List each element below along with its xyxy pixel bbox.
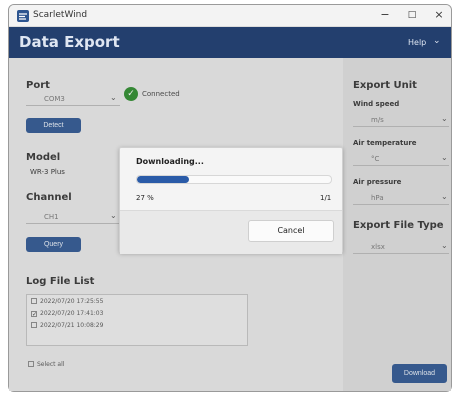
minimize-button[interactable]: −	[376, 8, 394, 21]
progress-percent: 27 %	[136, 194, 154, 202]
page-title: Data Export	[19, 33, 120, 51]
title-bar: ScarletWind − □ ×	[9, 5, 451, 27]
window-title: ScarletWind	[33, 10, 88, 20]
progress-bar	[136, 175, 332, 184]
progress-bar-fill	[137, 176, 190, 183]
dialog-title: Downloading...	[136, 157, 204, 166]
maximize-button[interactable]: □	[403, 10, 421, 20]
help-chevron-icon[interactable]: ⌄	[433, 36, 441, 46]
help-menu[interactable]: Help	[408, 38, 426, 47]
cancel-button[interactable]: Cancel	[248, 220, 334, 242]
app-header: Data Export Help ⌄	[9, 27, 451, 59]
app-logo-icon	[17, 10, 29, 22]
close-button[interactable]: ×	[430, 8, 448, 21]
download-progress-dialog: Downloading... 27 % 1/1 Cancel	[119, 147, 343, 254]
progress-count: 1/1	[320, 194, 332, 202]
